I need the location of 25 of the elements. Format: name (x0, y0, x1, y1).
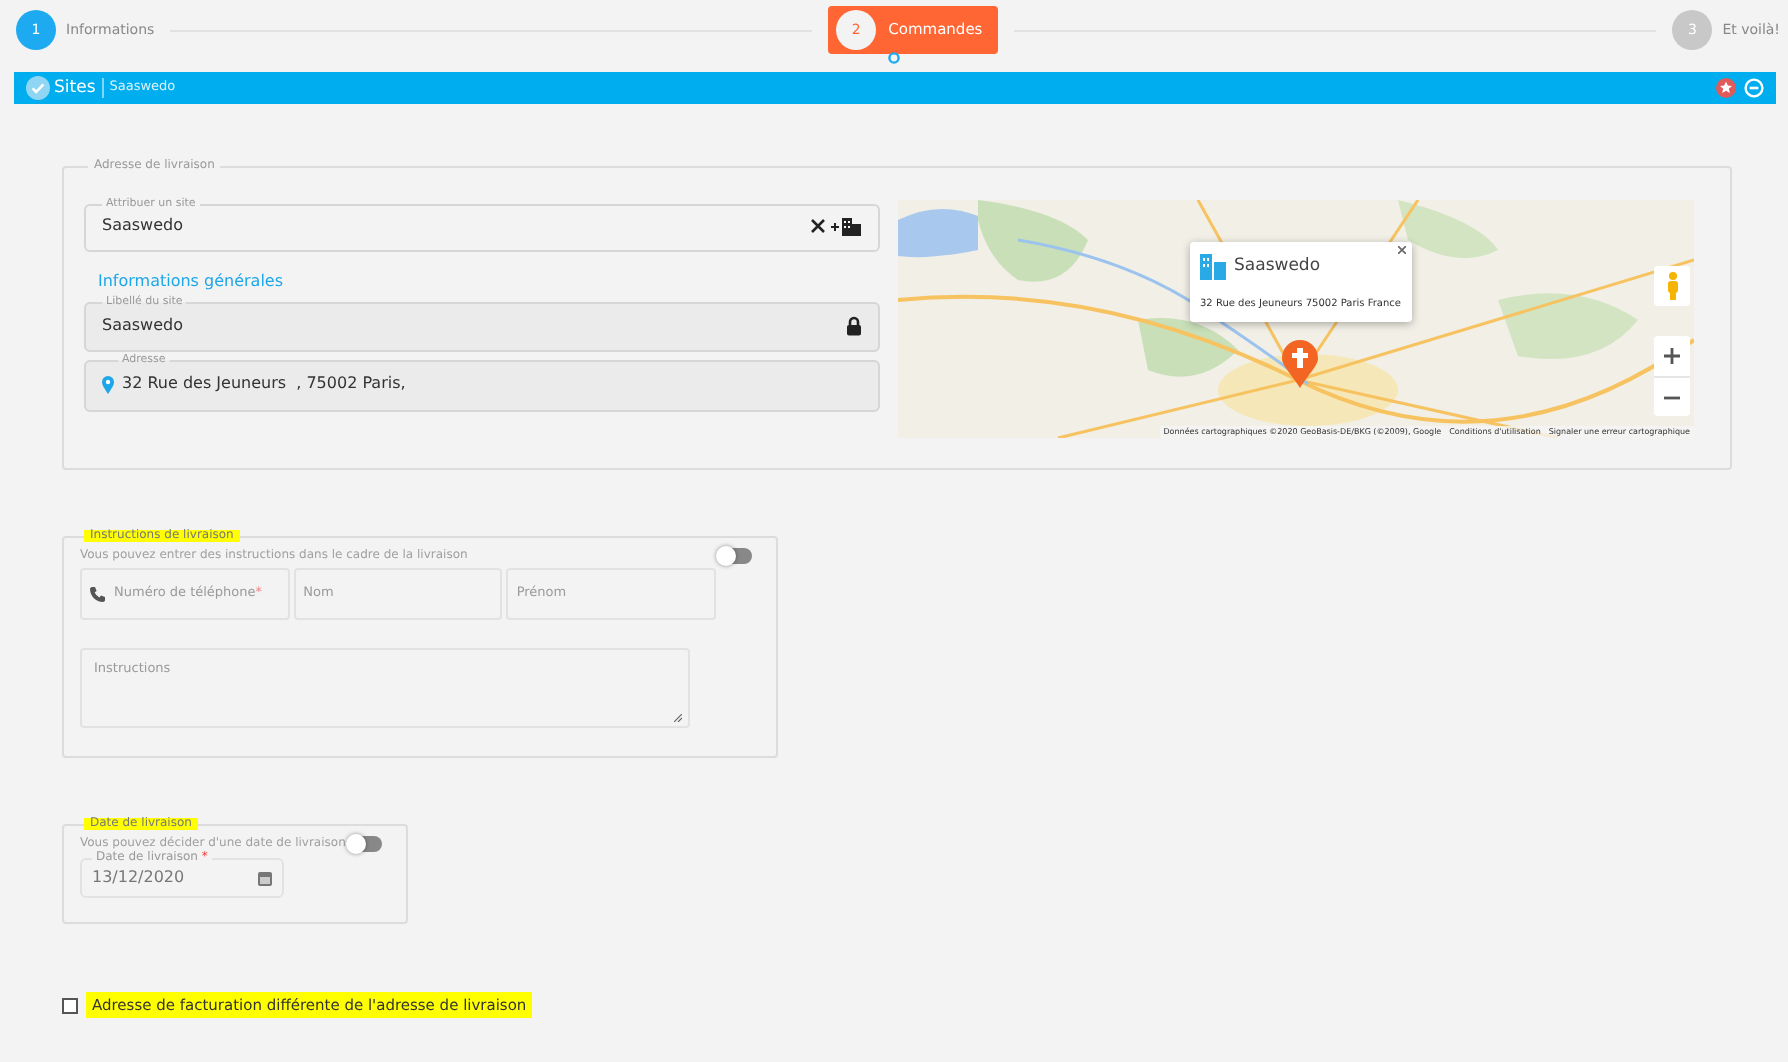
minus-icon (1664, 395, 1680, 399)
resize-grip-icon (674, 714, 682, 722)
plus-icon (1664, 348, 1680, 364)
toggle-switch[interactable] (348, 835, 382, 851)
field-value: Saaswedo (102, 214, 183, 238)
location-pin-icon (102, 375, 114, 393)
star-icon[interactable] (1716, 78, 1736, 98)
section-link[interactable]: Informations générales (98, 273, 880, 289)
building-icon (1200, 254, 1226, 280)
popup-title: Saaswedo (1234, 254, 1321, 280)
phone-icon (90, 586, 106, 602)
field-value: 13/12/2020 (92, 866, 185, 890)
clear-icon[interactable] (810, 218, 826, 234)
checkbox[interactable] (62, 997, 78, 1014)
close-icon[interactable] (1398, 246, 1407, 254)
add-building-icon[interactable] (830, 216, 862, 236)
panel-title: Sites (54, 75, 96, 101)
field-value: 32 Rue des Jeuneurs , 75002 Paris, (122, 372, 406, 396)
map-marker-icon (1282, 340, 1318, 388)
expand-icon[interactable] (888, 52, 900, 64)
calendar-icon (258, 871, 272, 885)
toggle-switch[interactable] (718, 547, 752, 563)
person-icon (1665, 272, 1679, 300)
field-value: Saaswedo (102, 313, 183, 337)
check-circle-icon (26, 76, 50, 100)
